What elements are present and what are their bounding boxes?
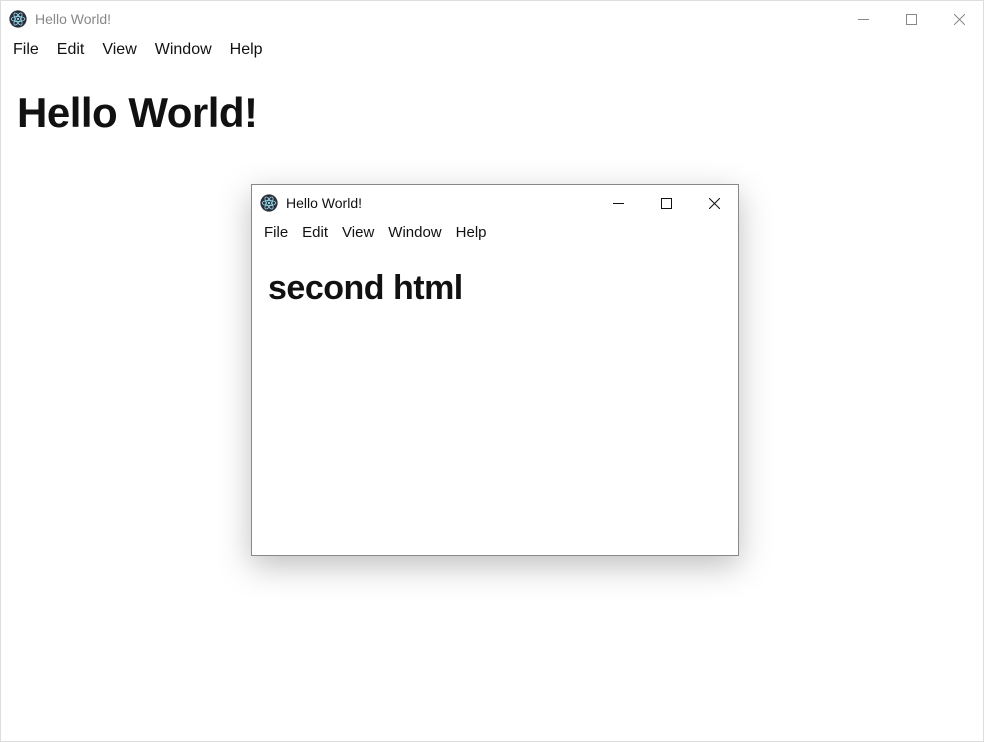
menu-help[interactable]: Help — [456, 224, 487, 241]
menu-view[interactable]: View — [102, 41, 136, 59]
menubar: File Edit View Window Help — [252, 221, 738, 247]
window-controls — [839, 1, 983, 37]
maximize-button[interactable] — [642, 185, 690, 221]
window-controls — [594, 185, 738, 221]
electron-icon — [9, 10, 27, 28]
close-button[interactable] — [935, 1, 983, 37]
menu-view[interactable]: View — [342, 224, 374, 241]
minimize-button[interactable] — [594, 185, 642, 221]
menu-edit[interactable]: Edit — [57, 41, 85, 59]
window-title: Hello World! — [286, 195, 362, 211]
main-window: Hello World! File Edit View Window Help … — [0, 0, 984, 742]
titlebar[interactable]: Hello World! — [1, 1, 983, 37]
menu-file[interactable]: File — [13, 41, 39, 59]
content-area: second html — [252, 247, 738, 330]
child-window: Hello World! File Edit View Window Help — [251, 184, 739, 556]
minimize-button[interactable] — [839, 1, 887, 37]
close-button[interactable] — [690, 185, 738, 221]
menu-window[interactable]: Window — [155, 41, 212, 59]
menu-edit[interactable]: Edit — [302, 224, 328, 241]
menubar: File Edit View Window Help — [1, 37, 983, 67]
menu-file[interactable]: File — [264, 224, 288, 241]
maximize-button[interactable] — [887, 1, 935, 37]
page-heading: Hello World! — [17, 89, 967, 137]
electron-icon — [260, 194, 278, 212]
menu-window[interactable]: Window — [388, 224, 441, 241]
titlebar[interactable]: Hello World! — [252, 185, 738, 221]
menu-help[interactable]: Help — [230, 41, 263, 59]
window-title: Hello World! — [35, 11, 111, 27]
content-area: Hello World! — [1, 67, 983, 159]
page-heading: second html — [268, 269, 722, 308]
